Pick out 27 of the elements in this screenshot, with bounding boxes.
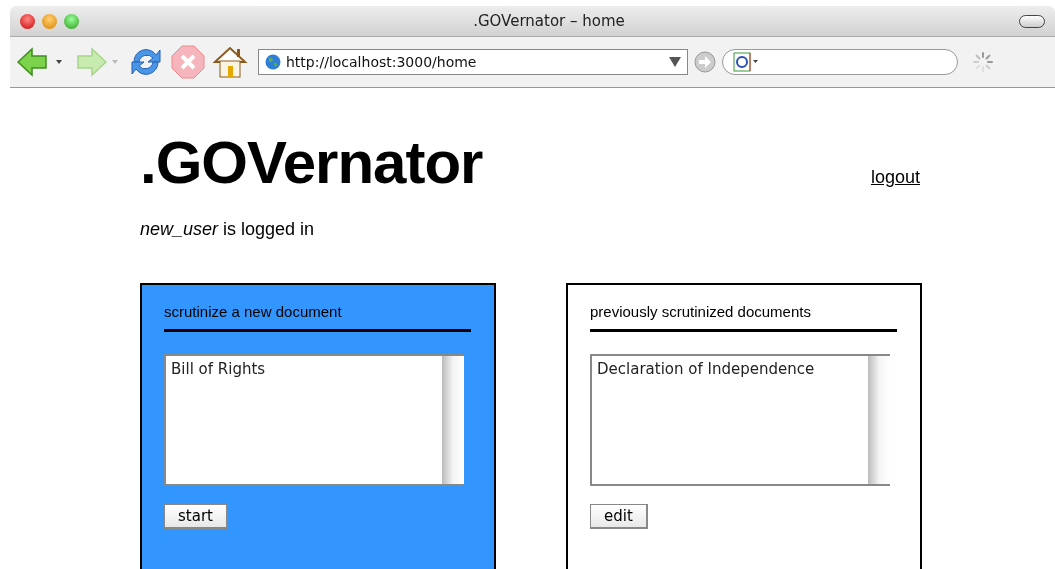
toolbar-toggle-icon[interactable] (1019, 14, 1045, 28)
search-field[interactable] (722, 49, 958, 75)
close-icon[interactable] (20, 13, 35, 29)
zoom-icon[interactable] (64, 13, 79, 29)
document-listbox[interactable]: Declaration of Independence (590, 354, 890, 486)
logout-link[interactable]: logout (870, 167, 920, 188)
stop-icon[interactable] (170, 44, 206, 80)
globe-icon (265, 54, 281, 70)
loading-spinner-icon (972, 51, 994, 73)
panel-title: previously scrutinized documents (590, 303, 897, 332)
scrollbar[interactable] (868, 356, 890, 484)
window-title: .GOVernator – home (472, 12, 626, 30)
login-status: new_user is logged in (140, 219, 316, 240)
address-field[interactable]: http://localhost:3000/home (258, 49, 688, 75)
panel-title: scrutinize a new document (164, 303, 471, 332)
minimize-icon[interactable] (42, 13, 57, 29)
site-title: .GOVernator (140, 128, 483, 197)
dropdown-arrow-icon[interactable] (669, 57, 681, 67)
action-button[interactable]: start (164, 504, 228, 529)
document-option[interactable]: Bill of Rights (171, 360, 437, 378)
search-engine-icon[interactable] (733, 52, 759, 72)
document-listbox[interactable]: Bill of Rights (164, 354, 464, 486)
url-text: http://localhost:3000/home (286, 54, 478, 70)
document-option[interactable]: Declaration of Independence (597, 360, 863, 378)
home-icon[interactable] (212, 44, 248, 80)
action-button[interactable]: edit (590, 504, 648, 529)
scrollbar[interactable] (442, 356, 464, 484)
